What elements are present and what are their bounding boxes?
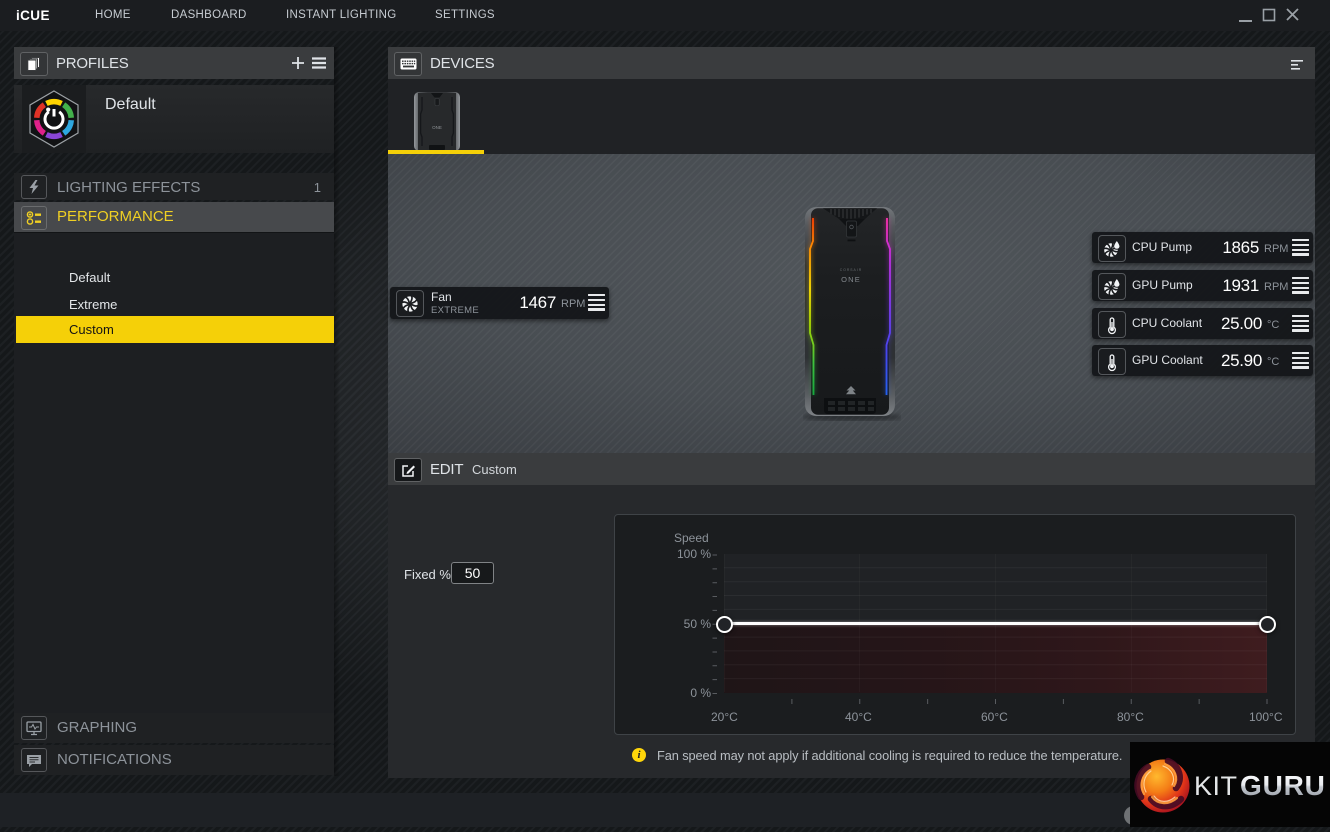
svg-text:CORSAIR: CORSAIR xyxy=(840,268,862,272)
svg-text:GURU: GURU xyxy=(1240,770,1326,801)
svg-text:KIT: KIT xyxy=(1194,771,1238,801)
svg-text:ONE: ONE xyxy=(432,125,442,130)
svg-text:ONE: ONE xyxy=(841,275,861,284)
